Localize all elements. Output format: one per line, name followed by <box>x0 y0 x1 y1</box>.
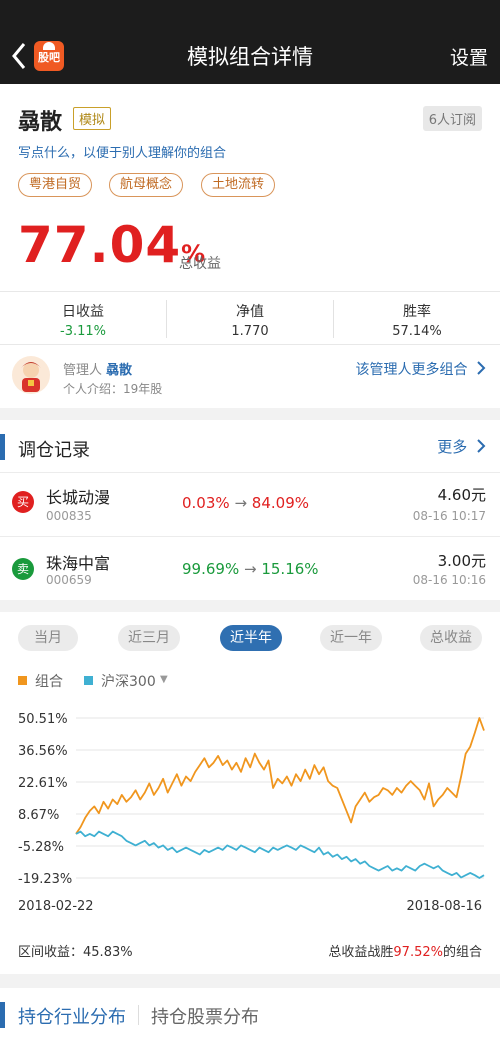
stat-win-rate: 胜率 57.14% <box>392 304 442 339</box>
portfolio-name: 骉散 <box>18 110 63 135</box>
stock-name: 珠海中富 <box>46 554 111 573</box>
position-change: 0.03% → 84.09% <box>182 494 309 512</box>
portfolio-description[interactable]: 写点什么，以便于别人理解你的组合 <box>18 142 226 161</box>
beat-ratio: 总收益战胜97.52%的组合 <box>328 945 482 960</box>
performance-chart-card: 当月 近三月 近半年 近一年 总收益 组合 沪深300 ▼ 50.51% 36.5… <box>0 612 500 974</box>
position-change: 99.69% → 15.16% <box>182 560 319 578</box>
series-line-portfolio <box>75 717 485 835</box>
settings-button[interactable]: 设置 <box>450 43 488 70</box>
legend-index[interactable]: 沪深300 <box>84 671 156 691</box>
y-tick-label: 36.56% <box>18 744 68 759</box>
stat-daily-return: 日收益 -3.11% <box>60 304 106 339</box>
simulation-tag: 模拟 <box>73 107 112 130</box>
period-tab-month[interactable]: 当月 <box>18 625 78 651</box>
section-title: 调仓记录 <box>18 440 90 461</box>
interval-return: 区间收益：45.83% <box>18 945 133 960</box>
trades-more-link[interactable]: 更多 <box>437 436 486 457</box>
trade-time: 08-16 10:17 <box>412 509 486 523</box>
stock-code: 000835 <box>46 509 92 523</box>
dropdown-triangle-icon[interactable]: ▼ <box>160 674 168 685</box>
holdings-card: 持仓行业分布 持仓股票分布 <box>0 988 500 1046</box>
concept-tag[interactable]: 土地流转 <box>201 173 276 197</box>
trade-time: 08-16 10:16 <box>412 573 486 587</box>
total-return-value: 77.04% <box>18 216 207 274</box>
legend-portfolio[interactable]: 组合 <box>18 671 63 691</box>
manager-name[interactable]: 骉散 <box>106 363 132 378</box>
more-portfolios-link[interactable]: 该管理人更多组合 <box>356 359 486 379</box>
page-title: 模拟组合详情 <box>187 45 313 69</box>
period-tab-1y[interactable]: 近一年 <box>320 625 382 651</box>
tab-stock-distribution[interactable]: 持仓股票分布 <box>151 1003 259 1029</box>
y-tick-label: -5.28% <box>18 840 64 855</box>
subscriber-count-badge[interactable]: 6人订阅 <box>422 106 482 131</box>
y-tick-label: 22.61% <box>18 776 68 791</box>
trade-price: 3.00元 <box>437 552 486 570</box>
portfolio-card: 骉散 模拟 6人订阅 写点什么，以便于别人理解你的组合 粤港自贸 航母概念 土地… <box>0 84 500 408</box>
avatar[interactable] <box>12 356 50 394</box>
chevron-right-icon <box>477 361 486 375</box>
x-tick-label: 2018-02-22 <box>18 899 94 914</box>
period-tab-3m[interactable]: 近三月 <box>118 625 180 651</box>
stock-name: 长城动漫 <box>46 488 111 507</box>
manager-line: 管理人 骉散 <box>63 363 133 378</box>
y-tick-label: 8.67% <box>18 808 59 823</box>
manager-intro: 个人介绍：19年股 <box>63 382 163 396</box>
y-tick-label: 50.51% <box>18 712 68 727</box>
sell-badge: 卖 <box>12 558 34 580</box>
concept-tag[interactable]: 粤港自贸 <box>18 173 93 197</box>
chevron-right-icon <box>477 439 486 453</box>
series-line-index <box>75 830 485 879</box>
stat-net-value: 净值 1.770 <box>231 304 269 339</box>
trade-price: 4.60元 <box>437 486 486 504</box>
stock-code: 000659 <box>46 573 92 587</box>
trade-records-card: 调仓记录 更多 买 长城动漫 000835 0.03% → 84.09% 4.6… <box>0 420 500 600</box>
total-return-label: 总收益 <box>179 256 221 272</box>
period-tab-6m[interactable]: 近半年 <box>220 625 282 651</box>
buy-badge: 买 <box>12 491 34 513</box>
concept-tag[interactable]: 航母概念 <box>109 173 184 197</box>
y-tick-label: -19.23% <box>18 872 72 887</box>
x-tick-label: 2018-08-16 <box>406 899 482 914</box>
period-tab-total[interactable]: 总收益 <box>420 625 482 651</box>
top-bar: 股吧 模拟组合详情 设置 <box>0 0 500 84</box>
tab-industry-distribution[interactable]: 持仓行业分布 <box>18 1003 126 1029</box>
stats-row: 日收益 -3.11% 净值 1.770 胜率 57.14% <box>0 291 500 345</box>
